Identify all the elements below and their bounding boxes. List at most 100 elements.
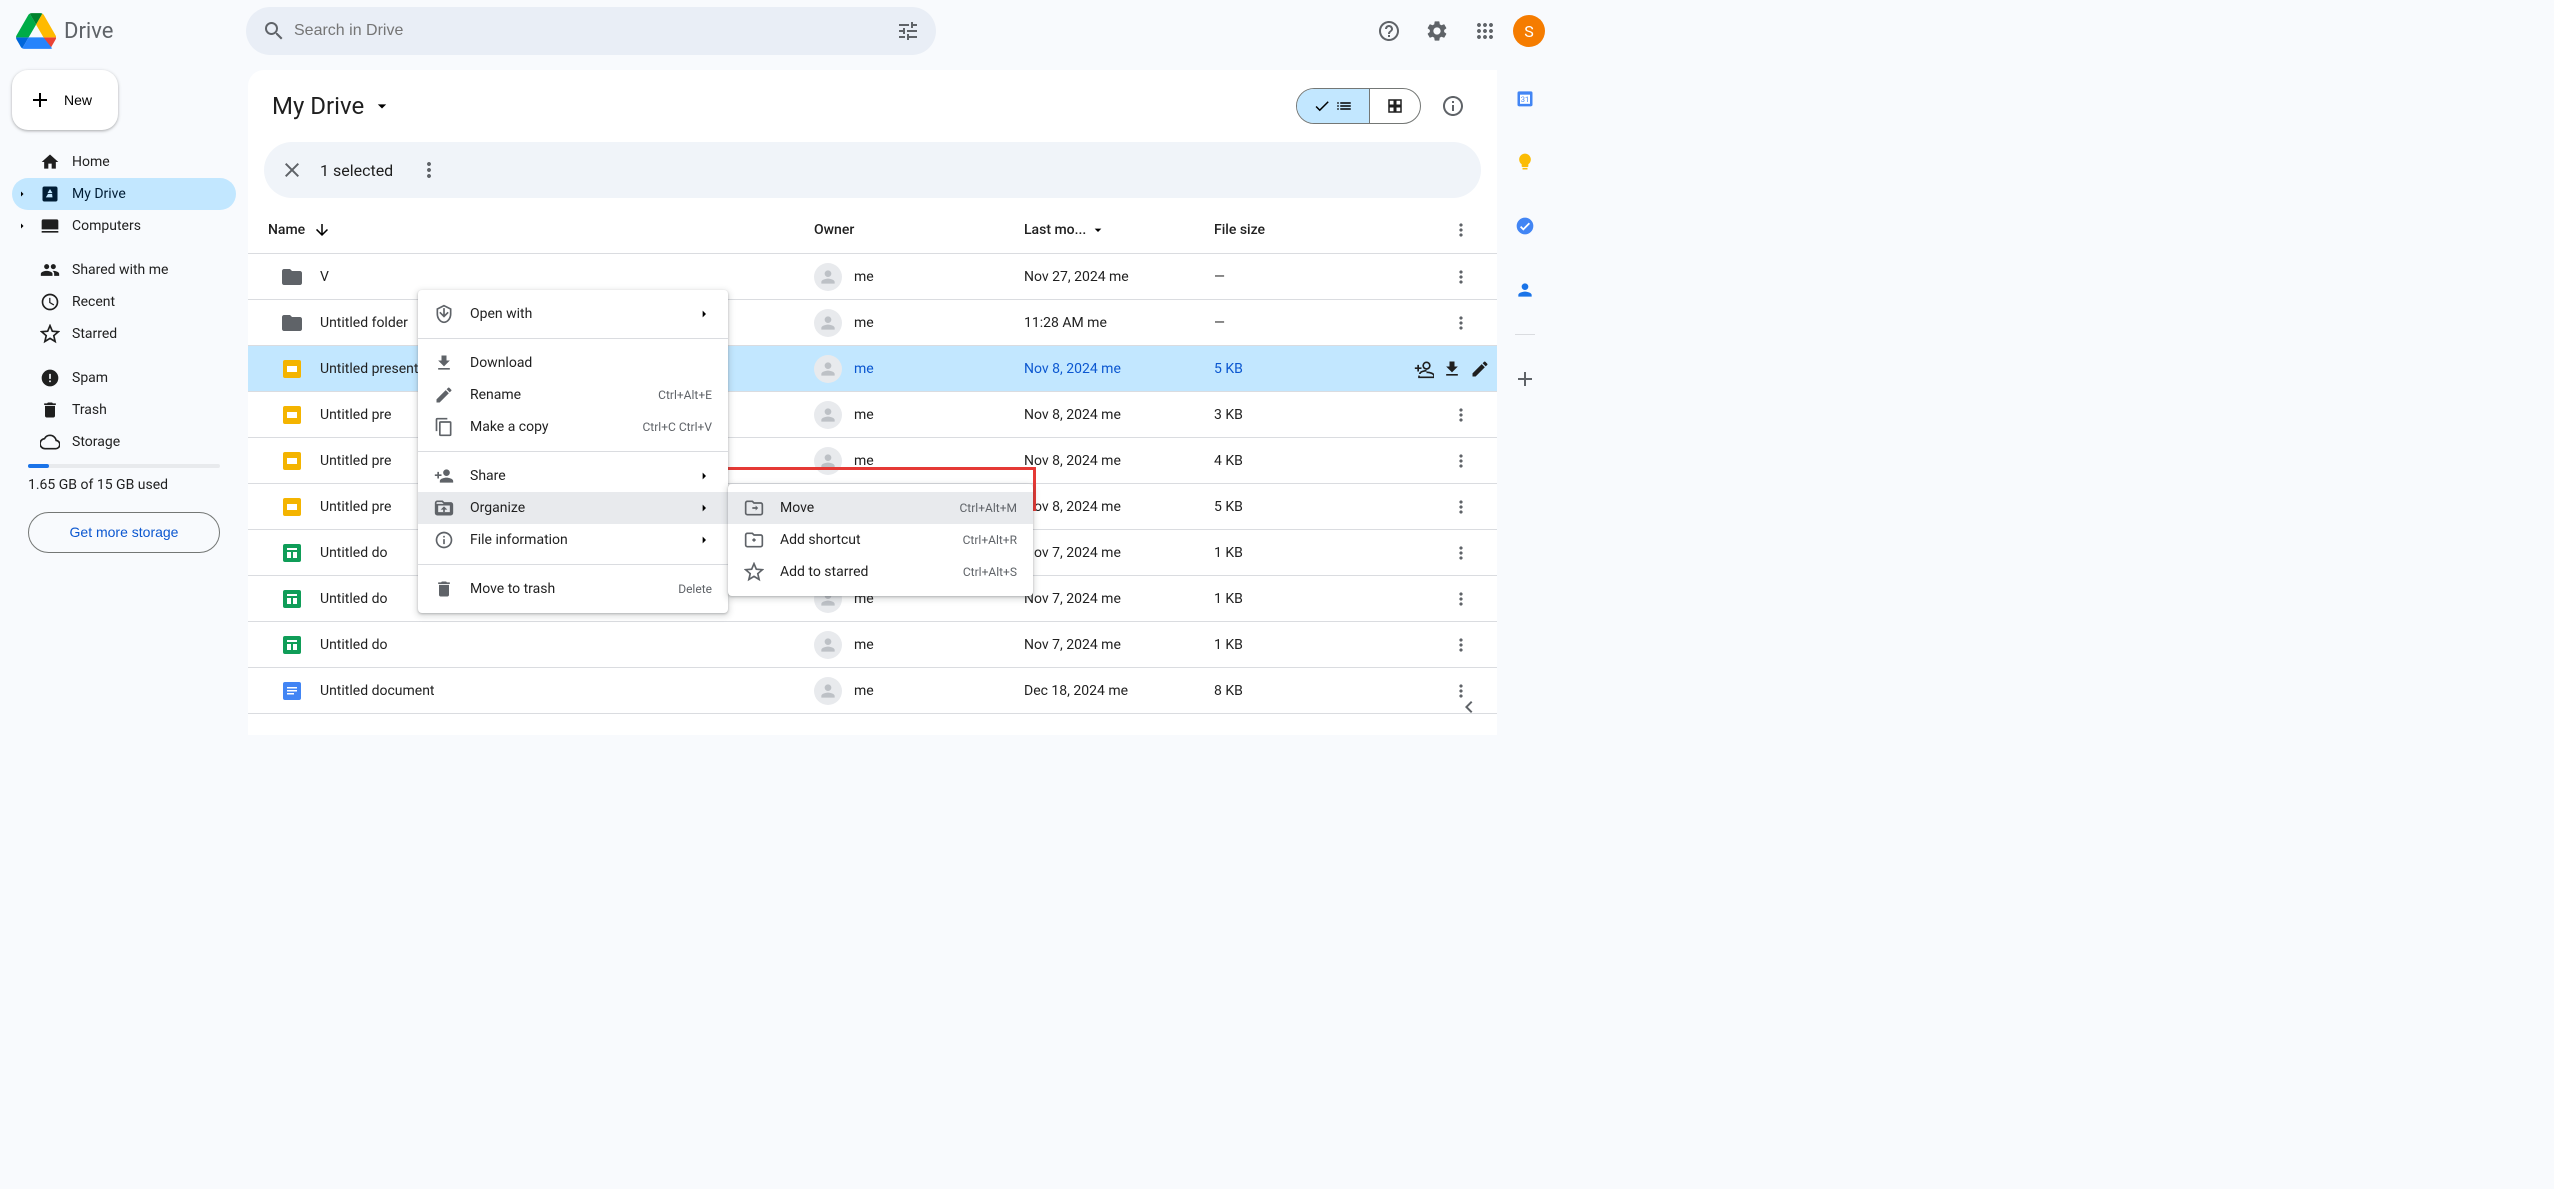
- settings-button[interactable]: [1417, 11, 1457, 51]
- side-panel: 31: [1497, 62, 1553, 735]
- search-box[interactable]: [246, 7, 936, 55]
- home-icon: [40, 152, 60, 172]
- recent-icon: [40, 292, 60, 312]
- nav-home[interactable]: Home: [12, 146, 236, 178]
- trash-icon: [434, 579, 454, 599]
- nav-computers[interactable]: Computers: [12, 210, 236, 242]
- nav-spam[interactable]: Spam: [12, 362, 236, 394]
- calendar-icon: 31: [1515, 88, 1535, 108]
- owner-avatar: [814, 401, 842, 429]
- column-modified[interactable]: Last mo...: [1024, 222, 1214, 238]
- list-view-button[interactable]: [1297, 89, 1370, 123]
- submenu-move[interactable]: MoveCtrl+Alt+M: [728, 492, 1033, 524]
- file-name: Untitled document: [320, 683, 435, 699]
- menu-trash[interactable]: Move to trashDelete: [418, 573, 728, 605]
- modified-date: 11:28 AM me: [1024, 315, 1214, 331]
- plus-icon: [28, 88, 52, 112]
- show-sidepanel-button[interactable]: [1449, 687, 1489, 727]
- column-owner[interactable]: Owner: [814, 222, 1024, 238]
- search-icon: [262, 19, 286, 43]
- share-icon[interactable]: [1414, 359, 1434, 379]
- modified-date: Nov 8, 2024 me: [1024, 361, 1214, 377]
- rename-icon[interactable]: [1470, 359, 1490, 379]
- selection-count: 1 selected: [320, 161, 393, 180]
- info-icon: [1441, 94, 1465, 118]
- add-app-button[interactable]: [1505, 359, 1545, 399]
- menu-share[interactable]: Share: [418, 460, 728, 492]
- search-options-button[interactable]: [888, 11, 928, 51]
- file-name: Untitled pre: [320, 499, 391, 515]
- menu-open[interactable]: Open with: [418, 298, 728, 330]
- new-button[interactable]: New: [12, 70, 118, 130]
- move-icon: [744, 498, 764, 518]
- logo-area[interactable]: Drive: [16, 11, 246, 51]
- selection-more-button[interactable]: [409, 150, 449, 190]
- tasks-app-button[interactable]: [1505, 206, 1545, 246]
- download-icon[interactable]: [1442, 359, 1462, 379]
- trash-icon: [40, 400, 60, 420]
- menu-label: File information: [470, 532, 568, 548]
- gear-icon: [1425, 19, 1449, 43]
- modified-date: Nov 27, 2024 me: [1024, 269, 1214, 285]
- owner-avatar: [814, 355, 842, 383]
- support-button[interactable]: [1369, 11, 1409, 51]
- row-more-button[interactable]: [1441, 257, 1481, 297]
- row-more-button[interactable]: [1441, 441, 1481, 481]
- grid-view-button[interactable]: [1370, 89, 1420, 123]
- list-icon: [1335, 97, 1353, 115]
- file-row[interactable]: Untitled do me Nov 7, 2024 me 1 KB: [248, 622, 1497, 668]
- row-more-button[interactable]: [1441, 533, 1481, 573]
- nav-drive[interactable]: My Drive: [12, 178, 236, 210]
- calendar-app-button[interactable]: 31: [1505, 78, 1545, 118]
- file-row[interactable]: Untitled document me Dec 18, 2024 me 8 K…: [248, 668, 1497, 714]
- folder-title-dropdown[interactable]: My Drive: [264, 88, 400, 124]
- file-size: —: [1214, 315, 1414, 331]
- modified-date: Nov 7, 2024 me: [1024, 545, 1214, 561]
- tune-icon: [896, 19, 920, 43]
- owner-name: me: [854, 269, 874, 285]
- nav-shared[interactable]: Shared with me: [12, 254, 236, 286]
- nav-star[interactable]: Starred: [12, 318, 236, 350]
- row-more-button[interactable]: [1441, 303, 1481, 343]
- apps-button[interactable]: [1465, 11, 1505, 51]
- row-more-button[interactable]: [1441, 625, 1481, 665]
- row-more-button[interactable]: [1441, 487, 1481, 527]
- table-header: Name Owner Last mo... File size: [248, 206, 1497, 254]
- nav-storage[interactable]: Storage: [12, 426, 236, 458]
- info-button[interactable]: [1433, 86, 1473, 126]
- account-avatar[interactable]: S: [1513, 15, 1545, 47]
- rename-icon: [434, 385, 454, 405]
- menu-organize[interactable]: Organize: [418, 492, 728, 524]
- keep-app-button[interactable]: [1505, 142, 1545, 182]
- organize-icon: [434, 498, 454, 518]
- menu-label: Rename: [470, 387, 521, 403]
- nav-recent[interactable]: Recent: [12, 286, 236, 318]
- modified-date: Nov 7, 2024 me: [1024, 637, 1214, 653]
- check-icon: [1313, 97, 1331, 115]
- help-icon: [1377, 19, 1401, 43]
- search-input[interactable]: [294, 22, 888, 40]
- row-more-button[interactable]: [1441, 395, 1481, 435]
- submenu-label: Add shortcut: [780, 532, 861, 548]
- more-vert-icon: [1451, 635, 1471, 655]
- modified-date: Dec 18, 2024 me: [1024, 683, 1214, 699]
- submenu-star[interactable]: Add to starredCtrl+Alt+S: [728, 556, 1033, 588]
- more-vert-icon: [1451, 589, 1471, 609]
- column-more-button[interactable]: [1441, 210, 1481, 250]
- contacts-app-button[interactable]: [1505, 270, 1545, 310]
- menu-copy[interactable]: Make a copyCtrl+C Ctrl+V: [418, 411, 728, 443]
- file-name: Untitled do: [320, 637, 387, 653]
- row-more-button[interactable]: [1441, 579, 1481, 619]
- more-vert-icon: [1451, 497, 1471, 517]
- file-name: Untitled pre: [320, 407, 391, 423]
- nav-trash[interactable]: Trash: [12, 394, 236, 426]
- menu-rename[interactable]: RenameCtrl+Alt+E: [418, 379, 728, 411]
- menu-download[interactable]: Download: [418, 347, 728, 379]
- column-name[interactable]: Name: [264, 221, 814, 239]
- get-more-storage-button[interactable]: Get more storage: [28, 512, 220, 554]
- close-selection-button[interactable]: [280, 158, 304, 182]
- owner-avatar: [814, 309, 842, 337]
- menu-info[interactable]: File information: [418, 524, 728, 556]
- submenu-shortcut[interactable]: Add shortcutCtrl+Alt+R: [728, 524, 1033, 556]
- column-size[interactable]: File size: [1214, 222, 1414, 238]
